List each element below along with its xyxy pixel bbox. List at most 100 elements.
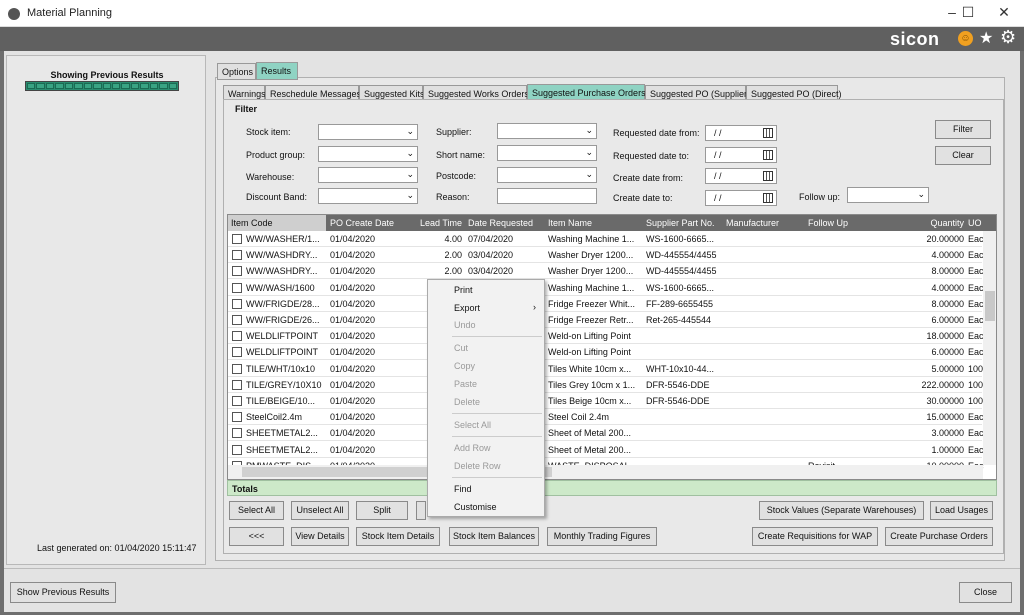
cell-uom: Eac xyxy=(968,298,984,309)
row-checkbox[interactable] xyxy=(232,315,242,325)
table-row[interactable]: SHEETMETAL2... 01/04/2020 Sheet of Metal 2… xyxy=(228,425,984,442)
close-button[interactable]: Close xyxy=(959,582,1012,603)
table-row[interactable]: WELDLIFTPOINT 01/04/2020 Weld-on Lifting P… xyxy=(228,328,984,345)
warehouse-combo[interactable]: ⌄ xyxy=(318,167,418,183)
menu-item-copy[interactable]: Copy xyxy=(454,361,475,371)
menu-item-find[interactable]: Find xyxy=(454,484,472,494)
row-checkbox[interactable] xyxy=(232,250,242,261)
discount-band-combo[interactable]: ⌄ xyxy=(318,188,418,204)
menu-item-customise[interactable]: Customise xyxy=(454,502,497,512)
table-row[interactable]: WW/FRIGDE/28... 01/04/2020 Fridge Freezer … xyxy=(228,296,984,312)
calendar-icon[interactable] xyxy=(763,193,773,203)
unselect-all-button[interactable]: Unselect All xyxy=(291,501,349,520)
column-header-supplier-part-no[interactable]: Supplier Part No. xyxy=(646,218,715,228)
short-name-combo[interactable]: ⌄ xyxy=(497,145,597,161)
table-row[interactable]: TILE/WHT/10x10 01/04/2020 Tiles White 10cm… xyxy=(228,361,983,377)
row-checkbox[interactable] xyxy=(232,266,242,277)
table-row[interactable]: TILE/BEIGE/10... 01/04/2020 Tiles Beige 10… xyxy=(228,393,983,409)
filter-button[interactable]: Filter xyxy=(935,120,991,139)
calendar-icon[interactable] xyxy=(763,150,773,160)
stock-item-balances-button[interactable]: Stock Item Balances xyxy=(449,527,539,546)
row-checkbox[interactable] xyxy=(232,363,242,374)
row-checkbox[interactable] xyxy=(232,379,242,390)
table-row[interactable]: SHEETMETAL2... 01/04/2020 Sheet of Metal 2… xyxy=(228,442,984,458)
create-requisitions-button[interactable]: Create Requisitions for WAP xyxy=(752,527,878,546)
table-row[interactable]: TILE/GREY/10X10 01/04/2020 Tiles Grey 10cm… xyxy=(228,377,983,393)
row-checkbox[interactable] xyxy=(232,298,242,309)
column-header-uom[interactable]: UO xyxy=(968,218,982,228)
stock-values-button[interactable]: Stock Values (Separate Warehouses) xyxy=(759,501,924,520)
column-header-manufacturer[interactable]: Manufacturer xyxy=(726,218,779,228)
menu-item-delete-row[interactable]: Delete Row xyxy=(454,461,501,471)
view-details-button[interactable]: View Details xyxy=(291,527,349,546)
stock-item-details-button[interactable]: Stock Item Details xyxy=(356,527,440,546)
supplier-combo[interactable]: ⌄ xyxy=(497,123,597,139)
star-icon[interactable]: ★ xyxy=(979,28,993,48)
tab-options[interactable]: Options xyxy=(217,63,256,80)
smiley-icon[interactable]: ☺ xyxy=(958,31,973,46)
table-row[interactable]: WELDLIFTPOINT 01/04/2020 Weld-on Lifting P… xyxy=(228,344,984,361)
select-all-button[interactable]: Select All xyxy=(229,501,284,520)
cell-item-name: Fridge Freezer Retr... xyxy=(548,315,634,325)
menu-item-paste[interactable]: Paste xyxy=(454,379,477,389)
table-row[interactable]: WW/WASH/1600 01/04/2020 Washing Machine 1.… xyxy=(228,280,984,296)
requested-to-date[interactable]: / / xyxy=(705,147,777,163)
horizontal-scrollbar[interactable] xyxy=(228,465,983,479)
cell-po-create-date: 01/04/2020 xyxy=(330,250,376,261)
column-header-item-code[interactable]: Item Code xyxy=(228,215,326,231)
hidden-button[interactable] xyxy=(416,501,426,520)
create-purchase-orders-button[interactable]: Create Purchase Orders xyxy=(885,527,993,546)
split-button[interactable]: Split xyxy=(356,501,408,520)
stock-item-combo[interactable]: ⌄ xyxy=(318,124,418,140)
clear-button[interactable]: Clear xyxy=(935,146,991,165)
row-checkbox[interactable] xyxy=(232,412,242,423)
table-row[interactable]: WW/WASHER/1... 01/04/2020 4.00 07/04/2020 Wa… xyxy=(228,231,984,247)
show-previous-results-button[interactable]: Show Previous Results xyxy=(10,582,116,603)
reason-input[interactable] xyxy=(497,188,597,204)
row-checkbox[interactable] xyxy=(232,331,242,342)
vertical-scrollbar[interactable] xyxy=(983,231,996,465)
load-usages-button[interactable]: Load Usages xyxy=(930,501,993,520)
purchase-orders-grid[interactable]: Item Code PO Create Date Lead Time Date … xyxy=(227,214,997,480)
table-row[interactable]: SteelCoil2.4m 01/04/2020 Steel Coil 2.4m 15… xyxy=(228,409,984,426)
column-header-date-requested[interactable]: Date Requested xyxy=(468,218,533,228)
row-checkbox[interactable] xyxy=(232,444,242,455)
row-checkbox[interactable] xyxy=(232,347,242,358)
menu-item-delete[interactable]: Delete xyxy=(454,397,480,407)
column-header-lead-time[interactable]: Lead Time xyxy=(420,218,462,228)
row-checkbox[interactable] xyxy=(232,234,242,244)
menu-item-add-row[interactable]: Add Row xyxy=(454,443,491,453)
row-checkbox[interactable] xyxy=(232,396,242,406)
column-header-item-name[interactable]: Item Name xyxy=(548,218,592,228)
table-row[interactable]: WW/FRIGDE/26... 01/04/2020 Fridge Freezer … xyxy=(228,312,984,328)
column-header-po-create-date[interactable]: PO Create Date xyxy=(330,218,394,228)
table-row[interactable]: WW/WASHDRY... 01/04/2020 2.00 03/04/2020 Was… xyxy=(228,247,984,264)
back-button[interactable]: <<< xyxy=(229,527,284,546)
monthly-trading-figures-button[interactable]: Monthly Trading Figures xyxy=(547,527,657,546)
follow-up-combo[interactable]: ⌄ xyxy=(847,187,929,203)
cell-po-create-date: 01/04/2020 xyxy=(330,444,376,455)
menu-item-select-all[interactable]: Select All xyxy=(454,420,491,430)
maximize-button[interactable]: ☐ xyxy=(950,0,986,26)
menu-item-cut[interactable]: Cut xyxy=(454,343,468,353)
menu-item-undo[interactable]: Undo xyxy=(454,320,476,330)
row-checkbox[interactable] xyxy=(232,282,242,293)
row-checkbox[interactable] xyxy=(232,428,242,439)
cell-date-requested: 07/04/2020 xyxy=(468,234,514,244)
tab-results[interactable]: Results xyxy=(256,62,298,80)
product-group-combo[interactable]: ⌄ xyxy=(318,146,418,162)
column-header-follow-up[interactable]: Follow Up xyxy=(808,218,848,228)
gear-icon[interactable]: ⚙ xyxy=(1000,27,1016,48)
table-row[interactable]: WW/WASHDRY... 01/04/2020 2.00 03/04/2020 Was… xyxy=(228,263,984,280)
menu-item-export[interactable]: Export xyxy=(454,303,480,313)
requested-from-date[interactable]: / / xyxy=(705,125,777,141)
cell-quantity: 3.00000 xyxy=(931,428,964,439)
column-header-quantity[interactable]: Quantity xyxy=(908,218,964,228)
calendar-icon[interactable] xyxy=(763,171,773,181)
menu-item-print[interactable]: Print xyxy=(454,285,473,295)
close-window-button[interactable]: ✕ xyxy=(986,0,1022,26)
create-from-date[interactable]: / / xyxy=(705,168,777,184)
calendar-icon[interactable] xyxy=(763,128,773,138)
postcode-combo[interactable]: ⌄ xyxy=(497,167,597,183)
create-to-date[interactable]: / / xyxy=(705,190,777,206)
